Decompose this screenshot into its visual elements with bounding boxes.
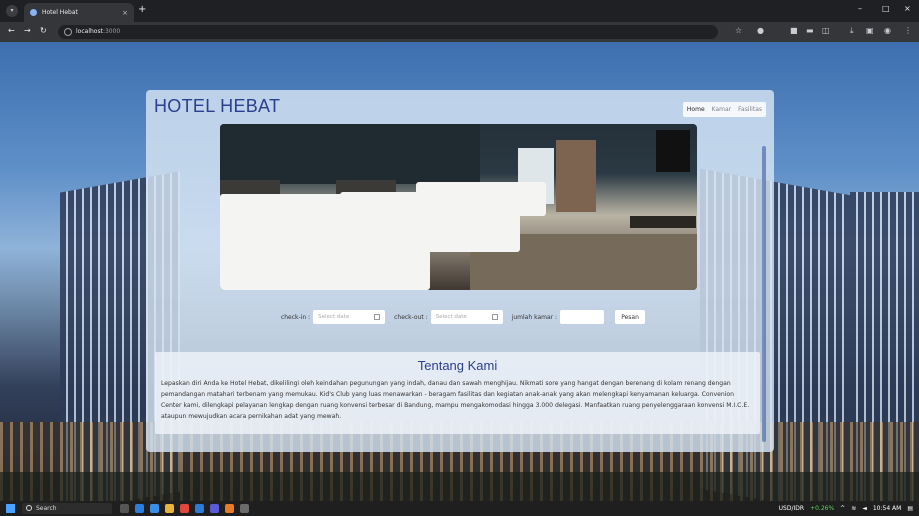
app-icon[interactable] [210,504,219,513]
app-icon[interactable] [225,504,234,513]
windows-taskbar: Search USD/IDR +0.26% ^ ≋ ◄ 10:54 AM ▤ [0,501,919,516]
system-tray: USD/IDR +0.26% ^ ≋ ◄ 10:54 AM ▤ [779,501,913,516]
nav-kamar[interactable]: Kamar [712,106,732,113]
tab-close-icon[interactable]: × [122,9,128,17]
extension-icon[interactable]: ▬ [806,26,814,35]
new-tab-button[interactable]: + [138,4,146,15]
taskbar-search[interactable]: Search [22,503,112,514]
url-host: localhost [76,28,103,35]
volume-icon[interactable]: ◄ [862,505,867,512]
rooms-input[interactable] [560,310,605,324]
chrome-icon[interactable] [180,504,189,513]
back-arrow-icon[interactable]: ← [8,26,15,35]
background-trees [0,472,919,501]
room-curtain [556,140,596,212]
brand-logo[interactable]: HOTEL HEBAT [154,96,280,117]
store-icon[interactable] [150,504,159,513]
rooms-label: jumlah kamar : [511,313,558,321]
address-bar[interactable]: localhost:3000 [58,25,718,39]
tray-chevron-icon[interactable]: ^ [840,505,845,512]
side-panel-icon[interactable]: ▣ [866,26,874,35]
extensions-puzzle-icon[interactable]: ◫ [822,26,830,35]
checkin-date-field[interactable]: Select date [313,310,386,324]
task-view-icon[interactable] [120,504,129,513]
search-icon [26,505,32,511]
currency-change: +0.26% [810,505,835,512]
browser-toolbar: ← → ↻ localhost:3000 ☆ ● ■ ▬ ◫ ⤓ ▣ ◉ ⋮ [0,22,919,42]
extension-icon[interactable]: ● [757,26,764,35]
clock[interactable]: 10:54 AM [873,505,901,512]
close-window-button[interactable]: × [904,4,911,13]
nav-fasilitas[interactable]: Fasilitas [738,106,762,113]
calendar-icon[interactable] [374,314,381,320]
bed [220,194,430,290]
extension-icon[interactable]: ■ [790,26,798,35]
booking-form: check-in : Select date check-out : Selec… [146,310,774,324]
calendar-icon[interactable] [491,314,498,320]
wifi-icon[interactable]: ≋ [851,505,856,512]
reload-icon[interactable]: ↻ [40,26,47,35]
forward-arrow-icon[interactable]: → [24,26,31,35]
maximize-button[interactable]: □ [882,4,890,13]
download-icon[interactable]: ⤓ [850,26,854,36]
browser-menu-icon[interactable]: ⋮ [904,26,912,35]
checkin-placeholder: Select date [318,314,350,320]
edge-icon[interactable] [135,504,144,513]
room-wall [220,124,480,184]
app-icon[interactable] [240,504,249,513]
browser-tab-bar: ▾ Hotel Hebat × + – □ × [0,0,919,22]
checkout-label: check-out : [394,313,428,321]
globe-icon [30,9,37,16]
about-section: Tentang Kami Lepaskan diri Anda ke Hotel… [155,352,760,434]
browser-tab[interactable]: Hotel Hebat × [24,3,134,22]
site-info-icon[interactable] [64,28,72,36]
taskbar-apps [120,504,249,513]
checkout-date-field[interactable]: Select date [430,310,503,324]
hero-room-image [220,124,697,290]
notification-icon[interactable]: ▤ [907,505,913,512]
taskbar-search-placeholder: Search [36,505,57,512]
url-port: :3000 [102,28,121,35]
card-scrollbar[interactable] [762,146,766,442]
tab-title: Hotel Hebat [42,9,78,16]
pesan-button[interactable]: Pesan [615,310,646,324]
room-tv [656,130,690,172]
about-title: Tentang Kami [417,358,498,373]
profile-avatar-icon[interactable]: ◉ [884,26,891,35]
page-viewport: HOTEL HEBAT Home Kamar Fasilitas check-i… [0,42,919,501]
vscode-icon[interactable] [195,504,204,513]
bookmark-star-icon[interactable]: ☆ [735,26,742,35]
windows-start-icon[interactable] [6,504,15,513]
currency-widget[interactable]: USD/IDR [779,505,804,512]
room-desk [630,216,696,228]
file-explorer-icon[interactable] [165,504,174,513]
checkout-placeholder: Select date [435,314,467,320]
tab-search-icon[interactable]: ▾ [6,5,18,17]
minimize-button[interactable]: – [858,4,862,13]
checkin-label: check-in : [280,313,311,321]
nav-home[interactable]: Home [687,106,705,113]
main-card: HOTEL HEBAT Home Kamar Fasilitas check-i… [146,90,774,452]
main-nav: Home Kamar Fasilitas [682,102,766,117]
about-body: Lepaskan diri Anda ke Hotel Hebat, dikel… [161,380,750,420]
